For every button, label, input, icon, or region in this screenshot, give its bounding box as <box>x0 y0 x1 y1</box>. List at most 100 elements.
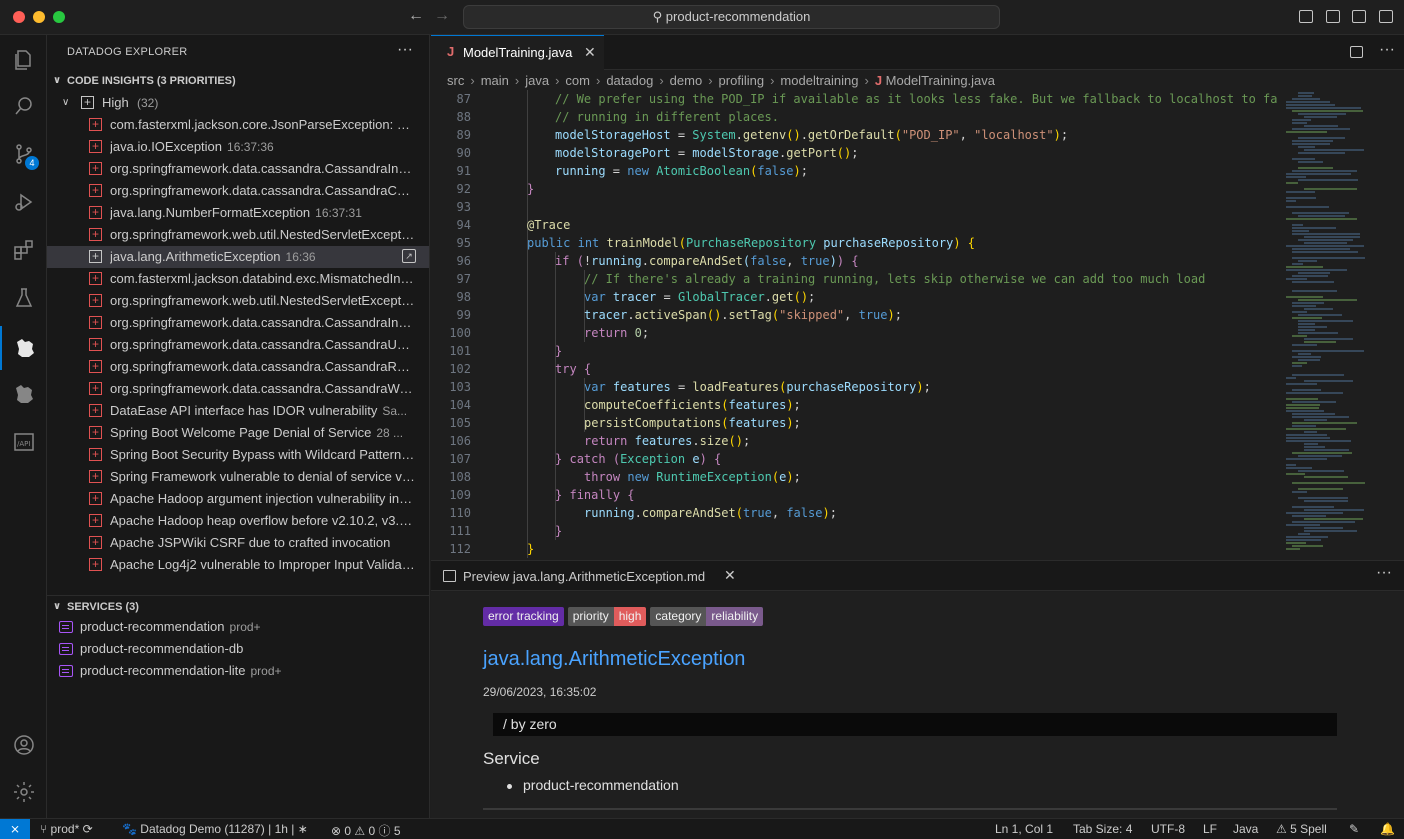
breadcrumb: src › main › java › com › datadog › demo › profiling… <box>447 73 995 91</box>
service-item[interactable]: product-recommendation-lite prod+ <box>47 660 429 682</box>
testing-icon[interactable] <box>0 276 47 320</box>
minimap-line <box>1298 332 1338 334</box>
minimap-line <box>1292 233 1360 235</box>
tab-size[interactable]: Tab Size: 4 <box>1073 822 1132 836</box>
code-insights-section-header[interactable]: ∨ CODE INSIGHTS (3 PRIORITIES) <box>47 70 429 92</box>
split-editor-icon[interactable] <box>1350 46 1363 58</box>
breadcrumb-item[interactable]: ModelTraining.java <box>886 73 995 88</box>
error-square-icon: + <box>89 228 102 241</box>
end-of-line[interactable]: LF <box>1203 822 1217 836</box>
toggle-secondary-sidebar-icon[interactable] <box>1352 10 1366 23</box>
insight-item[interactable]: + org.springframework.data.cassandra.Cass… <box>47 378 429 400</box>
insight-item[interactable]: + DataEase API interface has IDOR vulnera… <box>47 400 429 422</box>
breadcrumb-item[interactable]: demo <box>670 73 703 88</box>
priority-group-high[interactable]: ∨ + High (32) <box>47 92 429 114</box>
breadcrumb-item[interactable]: main <box>481 73 509 88</box>
notifications-bell-icon[interactable]: 🔔 <box>1380 822 1395 836</box>
insight-item[interactable]: + java.lang.ArithmeticException 16:36 ↗ <box>47 246 429 268</box>
insight-title: org.springframework.data.cassandra.Cassa… <box>110 183 415 198</box>
open-external-icon[interactable]: ↗ <box>402 249 416 263</box>
forward-arrow-icon[interactable]: → <box>434 7 450 25</box>
toggle-panel-icon[interactable] <box>1326 10 1340 23</box>
datadog-icon[interactable] <box>0 326 47 370</box>
insight-item[interactable]: + Spring Framework vulnerable to denial o… <box>47 466 429 488</box>
minimize-window-button[interactable] <box>33 11 45 23</box>
minimap-line <box>1286 101 1330 103</box>
accounts-icon[interactable] <box>0 723 47 767</box>
encoding[interactable]: UTF-8 <box>1151 822 1185 836</box>
search-icon[interactable] <box>0 84 47 128</box>
priority-pill: priority high <box>567 607 647 626</box>
insight-item[interactable]: + Spring Boot Welcome Page Denial of Serv… <box>47 422 429 444</box>
insight-label: org.springframework.data.cassandra.Cassa… <box>110 312 415 334</box>
insight-item[interactable]: + Apache Hadoop heap overflow before v2.1… <box>47 510 429 532</box>
warning-count: 0 <box>368 824 376 838</box>
insight-title: Spring Boot Security Bypass with Wildcar… <box>110 447 415 462</box>
exception-date: 29/06/2023, 16:35:02 <box>483 685 597 699</box>
language-mode[interactable]: Java <box>1233 822 1258 836</box>
service-item[interactable]: product-recommendation prod+ <box>47 616 429 638</box>
insight-item[interactable]: + com.fasterxml.jackson.databind.exc.Mism… <box>47 268 429 290</box>
back-arrow-icon[interactable]: ← <box>408 7 424 25</box>
services-section-header[interactable]: ∨ SERVICES (3) <box>47 595 429 617</box>
insight-item[interactable]: + org.springframework.data.cassandra.Cass… <box>47 334 429 356</box>
exception-title-link[interactable]: java.lang.ArithmeticException <box>483 648 745 671</box>
datadog-secondary-icon[interactable] <box>0 372 47 416</box>
category-value: reliability <box>706 607 764 626</box>
insight-item[interactable]: + Apache Log4j2 vulnerable to Improper In… <box>47 554 429 576</box>
extensions-icon[interactable] <box>0 228 47 272</box>
insight-item[interactable]: + org.springframework.data.cassandra.Cass… <box>47 180 429 202</box>
breadcrumb-item[interactable]: java <box>525 73 549 88</box>
sidebar-more-icon[interactable]: ··· <box>397 41 413 59</box>
close-window-button[interactable] <box>13 11 25 23</box>
insight-item[interactable]: + Spring Boot Security Bypass with Wildca… <box>47 444 429 466</box>
code-editor[interactable]: 87// We prefer using the POD_IP if avail… <box>431 90 1279 558</box>
insight-item[interactable]: + Apache Hadoop argument injection vulner… <box>47 488 429 510</box>
feedback-icon[interactable]: ✎ <box>1349 822 1359 836</box>
chevron-down-icon: ∨ <box>53 75 62 86</box>
breadcrumb-item[interactable]: com <box>565 73 590 88</box>
customize-layout-icon[interactable] <box>1379 10 1393 23</box>
breadcrumb-item[interactable]: profiling <box>719 73 765 88</box>
command-center-search[interactable]: ⚲ product-recommendation <box>463 5 1000 29</box>
minimap[interactable] <box>1284 90 1394 558</box>
minimap-line <box>1298 167 1333 169</box>
breadcrumb-item[interactable]: src <box>447 73 464 88</box>
minimap-line <box>1298 323 1315 325</box>
toggle-primary-sidebar-icon[interactable] <box>1299 10 1313 23</box>
insight-item[interactable]: + com.fasterxml.jackson.core.JsonParseExc… <box>47 114 429 136</box>
api-icon[interactable]: /API <box>0 420 47 464</box>
cursor-position[interactable]: Ln 1, Col 1 <box>995 822 1053 836</box>
tab-modeltraining-java[interactable]: J ModelTraining.java ✕ <box>431 35 604 70</box>
branch-label: prod* <box>50 822 80 836</box>
insight-item[interactable]: + org.springframework.data.cassandra.Cass… <box>47 158 429 180</box>
service-item[interactable]: product-recommendation-db <box>47 638 429 660</box>
problems-status[interactable]: ⊗ 0 ⚠ 0 ⓘ 5 <box>331 822 401 839</box>
insight-label: java.lang.ArithmeticException 16:36 <box>110 246 390 268</box>
insight-item[interactable]: + java.lang.NumberFormatException 16:37:31 <box>47 202 429 224</box>
close-tab-icon[interactable]: ✕ <box>584 44 596 61</box>
source-control-icon[interactable]: 4 <box>0 132 47 176</box>
category-key: category <box>650 607 707 626</box>
insight-item[interactable]: + org.springframework.web.util.NestedServ… <box>47 224 429 246</box>
preview-tab-label[interactable]: Preview java.lang.ArithmeticException.md <box>463 569 705 584</box>
breadcrumb-item[interactable]: datadog <box>606 73 653 88</box>
insight-item[interactable]: + java.io.IOException 16:37:36 <box>47 136 429 158</box>
remote-indicator-icon[interactable]: ⨯ <box>0 819 30 839</box>
panel-more-icon[interactable]: ··· <box>1376 564 1392 582</box>
explorer-icon[interactable] <box>0 38 47 82</box>
datadog-status[interactable]: 🐾 Datadog Demo (11287) | 1h | ∗ <box>122 822 308 836</box>
insight-item[interactable]: + org.springframework.web.util.NestedServ… <box>47 290 429 312</box>
maximize-window-button[interactable] <box>53 11 65 23</box>
insight-item[interactable]: + org.springframework.data.cassandra.Cass… <box>47 312 429 334</box>
branch-status[interactable]: ⑂ prod* ⟳ <box>40 822 93 836</box>
editor-more-icon[interactable]: ··· <box>1379 41 1395 59</box>
run-debug-icon[interactable] <box>0 180 47 224</box>
minimap-line <box>1298 137 1345 139</box>
insight-item[interactable]: + org.springframework.data.cassandra.Cass… <box>47 356 429 378</box>
close-preview-icon[interactable]: ✕ <box>724 567 736 584</box>
spell-status[interactable]: ⚠ 5 Spell <box>1276 822 1327 836</box>
breadcrumb-item[interactable]: modeltraining <box>780 73 858 88</box>
insight-item[interactable]: + Apache JSPWiki CSRF due to crafted invo… <box>47 532 429 554</box>
settings-gear-icon[interactable] <box>0 770 47 814</box>
